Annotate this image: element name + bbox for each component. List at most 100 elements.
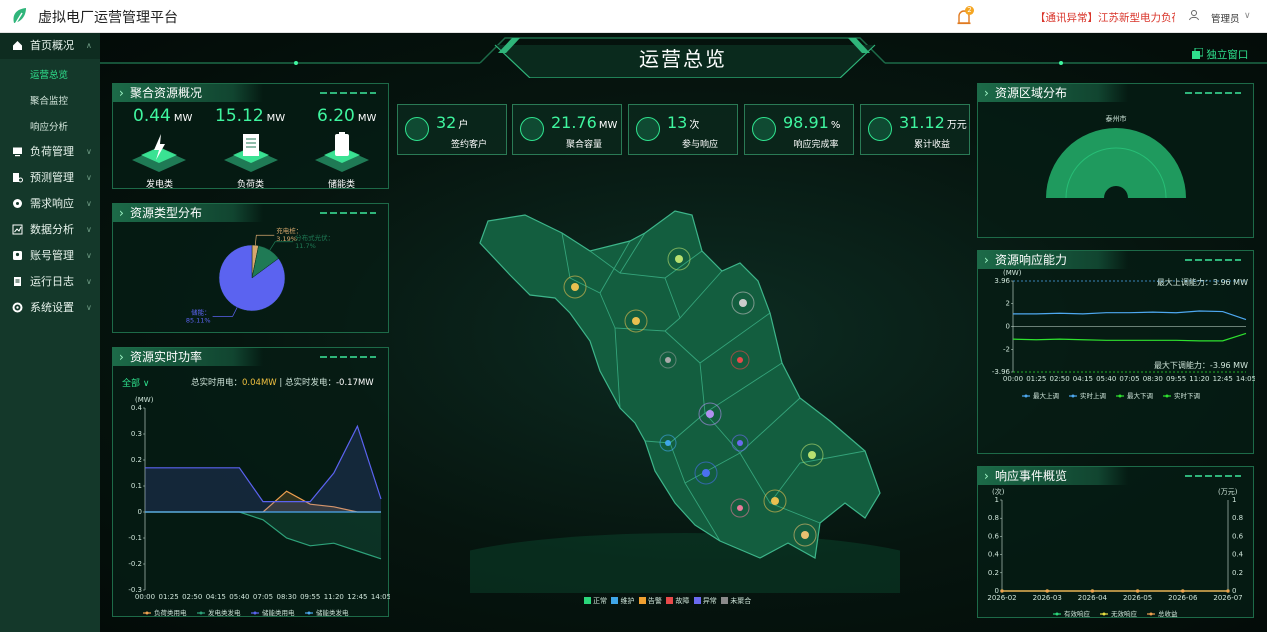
legend-label: 实时上调 [1080, 391, 1106, 400]
sidebar: 首页概况 ∧ 运营总览 聚合监控 响应分析 负荷管理 ∨ 预测管理 ∨ 需求响应 ∨ 数… [0, 33, 100, 632]
legend-dot [199, 611, 203, 615]
y-tick-label: 0.2 [131, 456, 142, 464]
legend-dot [1165, 394, 1169, 398]
chevron-down-icon: ∨ [86, 147, 92, 156]
analysis-icon [12, 224, 23, 235]
window-icon [1192, 47, 1204, 59]
x-tick-label: 05:40 [1096, 375, 1116, 383]
gear-icon [12, 302, 23, 313]
map-legend: 正常 维护 告警 故障 异常 未聚合 [584, 596, 751, 606]
legend-label: 有效响应 [1064, 609, 1091, 617]
x-tick-label: 2026-03 [1033, 594, 1062, 602]
storage-value: 6.20 MW [317, 106, 377, 126]
x-tick-label: 2026-04 [1078, 594, 1108, 602]
y-tick-label: 0.3 [131, 430, 142, 438]
sidebar-item-demand-response[interactable]: 需求响应 ∨ [0, 191, 100, 217]
y-axis-label: (次) [992, 487, 1005, 496]
response-capacity-panel: 资源响应能力 3.9620-2-3.9600:0001:2502:5004:15… [977, 250, 1255, 454]
app-title: 虚拟电厂运营管理平台 [38, 10, 178, 26]
jiangsu-map[interactable] [470, 203, 900, 593]
x-tick-label: 07:05 [253, 593, 273, 601]
leaf-logo-icon [13, 8, 26, 27]
panel-title: 资源区域分布 [978, 84, 1128, 102]
pie-label: 储能： [191, 307, 211, 316]
legend-label: 储能类用电 [262, 608, 295, 616]
y-tick-label: -0.2 [128, 560, 142, 568]
sidebar-item-home[interactable]: 首页概况 ∧ [0, 33, 100, 59]
legend-dot [1102, 612, 1106, 616]
capacity-icon [520, 117, 544, 141]
x-tick-label: 02:50 [1050, 375, 1070, 383]
x-tick-label: 02:50 [182, 593, 202, 601]
x-tick-label: 08:30 [277, 593, 297, 601]
data-point [1181, 589, 1185, 593]
subnav-monitor[interactable]: 聚合监控 [30, 93, 68, 107]
user-menu[interactable]: 管理员 [1211, 11, 1240, 25]
y2-tick-label: 1 [1232, 496, 1236, 504]
series-area [145, 512, 381, 559]
legend-dot [145, 611, 149, 615]
y-tick-label: -2 [1003, 345, 1010, 353]
legend-label: 最大下调 [1127, 391, 1153, 400]
series-line [1012, 332, 1247, 342]
stat-completion-rate: 98.91% 响应完成率 [744, 104, 854, 155]
sidebar-item-forecast[interactable]: 预测管理 ∨ [0, 165, 100, 191]
sidebar-item-data-analysis[interactable]: 数据分析 ∨ [0, 217, 100, 243]
sidebar-item-load[interactable]: 负荷管理 ∨ [0, 139, 100, 165]
pie-icon [752, 117, 776, 141]
user-icon [1189, 10, 1199, 21]
y-axis-label: (MW) [135, 396, 154, 404]
x-tick-label: 04:15 [1073, 375, 1093, 383]
x-tick-label: 04:15 [206, 593, 226, 601]
pie-label: 分布式光伏： [295, 233, 334, 242]
region-rose-chart: 泰州市 [1046, 114, 1186, 199]
chevron-down-icon: ∨ [86, 277, 92, 286]
x-tick-label: 01:25 [1026, 375, 1046, 383]
alarm-ticker[interactable]: 【通讯异常】江苏新型电力负荷 [1035, 10, 1175, 25]
y-tick-label: 0.1 [131, 482, 142, 490]
y-tick-label: 0 [1006, 323, 1010, 331]
dashboard: 运营总览 独立窗口 聚合资源概况 0.44MW 15.12MW 6.20MW 发… [100, 33, 1267, 632]
log-icon [14, 277, 21, 286]
legend-dot [1071, 394, 1075, 398]
filter-select[interactable]: 全部 ∨ [122, 376, 149, 389]
money-bag-icon [868, 117, 892, 141]
stat-aggregate-capacity: 21.76 MW 聚合容量 [512, 104, 622, 155]
chevron-down-icon[interactable]: ∨ [1244, 11, 1251, 21]
x-tick-label: 08:30 [1143, 375, 1163, 383]
sidebar-item-log[interactable]: 运行日志 ∨ [0, 269, 100, 295]
realtime-power-chart: 0.40.30.20.10-0.1-0.2-0.300:00 01:25 02:50… [128, 396, 390, 616]
realtime-power-panel: 资源实时功率 全部 ∨ 总实时用电：0.04MW | 总实时发电：-0.17MW… [112, 347, 390, 617]
stat-contract-customers: 32 户 签约客户 [397, 104, 507, 155]
x-tick-label: 00:00 [135, 593, 155, 601]
y-tick-label: 0.2 [988, 569, 999, 577]
data-point [1226, 589, 1230, 593]
resource-type-pie: 充电桩：3.19%分布式光伏：11.7%储能：85.11% [186, 226, 334, 324]
sidebar-item-settings[interactable]: 系统设置 ∨ [0, 295, 100, 321]
standalone-window-button[interactable]: 独立窗口 [1192, 47, 1248, 62]
x-tick-label: 11:20 [324, 593, 344, 601]
x-tick-label: 09:55 [1166, 375, 1186, 383]
x-tick-label: 12:45 [347, 593, 367, 601]
subnav-overview[interactable]: 运营总览 [30, 67, 68, 81]
chevron-down-icon: ∨ [86, 303, 92, 312]
x-tick-label: 12:45 [1213, 375, 1233, 383]
y-tick-label: 1 [995, 496, 999, 504]
x-tick-label: 2026-05 [1123, 594, 1152, 602]
subnav-response-analysis[interactable]: 响应分析 [30, 119, 68, 133]
y2-tick-label: 0.4 [1232, 551, 1244, 559]
x-tick-label: 00:00 [1003, 375, 1023, 383]
max-down-annotation: 最大下调能力：-3.96 MW [1154, 360, 1248, 370]
generation-icon [132, 134, 186, 172]
data-point [1045, 589, 1049, 593]
monitor-icon [13, 147, 22, 157]
category-icons [132, 132, 369, 172]
legend-label: 储能类发电 [316, 608, 349, 616]
sidebar-item-account[interactable]: 账号管理 ∨ [0, 243, 100, 269]
panel-title: 资源实时功率 [113, 348, 263, 366]
lightning-icon [636, 117, 660, 141]
legend-dot [1149, 612, 1153, 616]
load-icon [224, 134, 278, 172]
load-value: 15.12 MW [215, 106, 286, 126]
x-tick-label: 11:20 [1189, 375, 1209, 383]
